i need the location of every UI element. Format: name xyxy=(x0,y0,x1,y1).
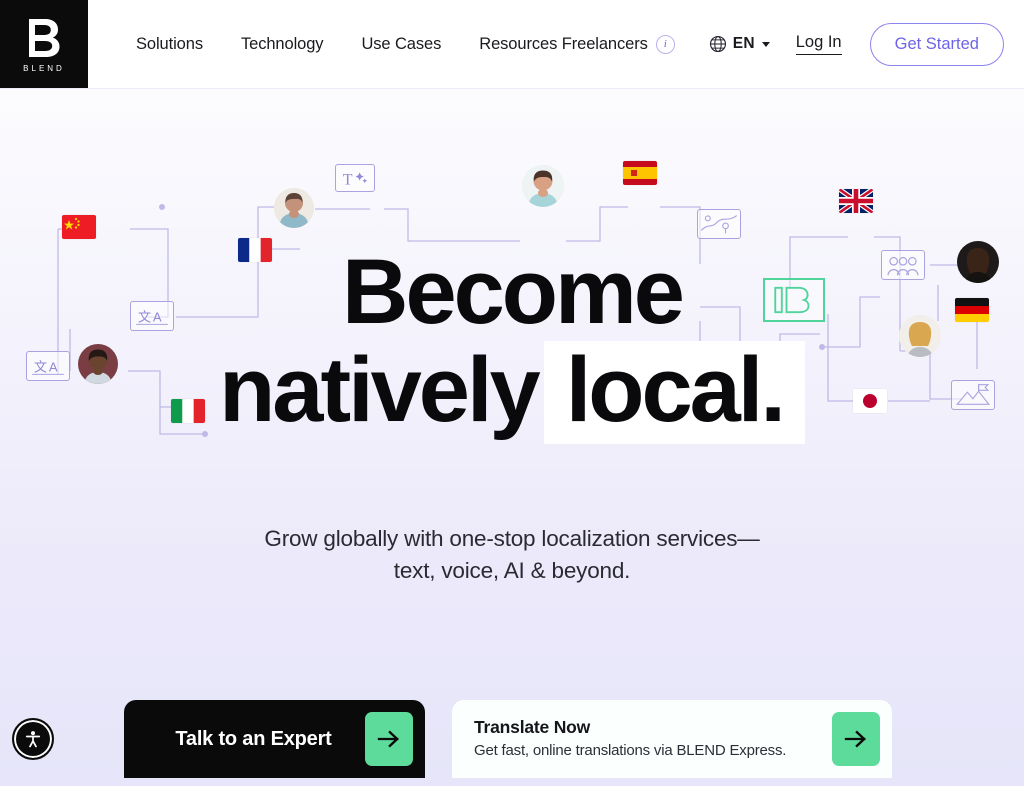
hero-section: 文 A 文 A T Become natively local. Grow gl… xyxy=(0,89,1024,786)
translate-now-text: Translate Now Get fast, online translati… xyxy=(474,717,818,760)
globe-icon xyxy=(709,35,726,53)
arrow-right-icon xyxy=(832,712,880,766)
hero-subheadline: Grow globally with one-stop localization… xyxy=(0,523,1024,587)
headline-line-2: natively local. xyxy=(0,339,1024,445)
translate-now-title: Translate Now xyxy=(474,717,591,738)
nav-link-solutions[interactable]: Solutions xyxy=(136,35,203,54)
info-circle-icon[interactable]: i xyxy=(655,34,675,54)
chevron-down-icon xyxy=(761,41,770,47)
nav-link-use-cases[interactable]: Use Cases xyxy=(361,35,441,54)
ai-text-icon: T xyxy=(335,164,375,192)
site-header: BLEND Solutions Technology Use Cases Res… xyxy=(0,0,1024,89)
language-label: EN xyxy=(732,35,755,52)
nav-secondary-links: Freelancers i EN Log In Get Started xyxy=(562,22,1004,66)
talk-to-expert-label: Talk to an Expert xyxy=(175,727,332,750)
map-pin-icon xyxy=(697,209,741,239)
nav-link-resources[interactable]: Resources xyxy=(479,35,557,54)
blend-logo-wordmark: BLEND xyxy=(23,63,65,73)
nav-primary-links: Solutions Technology Use Cases Resources xyxy=(136,35,557,54)
translate-now-subtitle: Get fast, online translations via BLEND … xyxy=(474,742,787,760)
subheadline-line-1: Grow globally with one-stop localization… xyxy=(264,526,760,551)
arrow-right-icon xyxy=(365,712,413,766)
accessibility-widget-button[interactable] xyxy=(12,718,54,760)
nav-freelancers-group: Freelancers i xyxy=(562,34,675,54)
nav-link-technology[interactable]: Technology xyxy=(241,35,324,54)
avatar-1 xyxy=(274,188,314,228)
main-navigation: Solutions Technology Use Cases Resources… xyxy=(88,0,1024,88)
get-started-button[interactable]: Get Started xyxy=(869,22,1004,66)
language-selector[interactable]: EN xyxy=(709,35,770,53)
hero-headline: Become natively local. xyxy=(0,241,1024,445)
talk-to-expert-button[interactable]: Talk to an Expert xyxy=(124,700,425,778)
nav-link-freelancers[interactable]: Freelancers xyxy=(562,35,648,54)
accessibility-person-icon xyxy=(25,731,41,748)
hero-cta-row: Talk to an Expert Translate Now Get fast… xyxy=(0,700,1024,786)
flag-china-icon xyxy=(62,215,96,239)
blend-b-logo-icon xyxy=(29,18,60,57)
flag-spain-icon xyxy=(623,161,657,185)
translate-now-card[interactable]: Translate Now Get fast, online translati… xyxy=(452,700,892,778)
subheadline-line-2: text, voice, AI & beyond. xyxy=(393,557,631,583)
login-link[interactable]: Log In xyxy=(795,33,842,55)
headline-plain-text: natively xyxy=(219,339,541,442)
headline-highlight-text: local. xyxy=(543,341,805,445)
blend-logo[interactable]: BLEND xyxy=(0,0,88,88)
page-root: BLEND Solutions Technology Use Cases Res… xyxy=(0,0,1024,786)
flag-uk-icon xyxy=(839,189,873,213)
headline-line-1: Become xyxy=(342,241,685,343)
svg-text:T: T xyxy=(343,172,353,189)
avatar-3 xyxy=(522,165,564,207)
